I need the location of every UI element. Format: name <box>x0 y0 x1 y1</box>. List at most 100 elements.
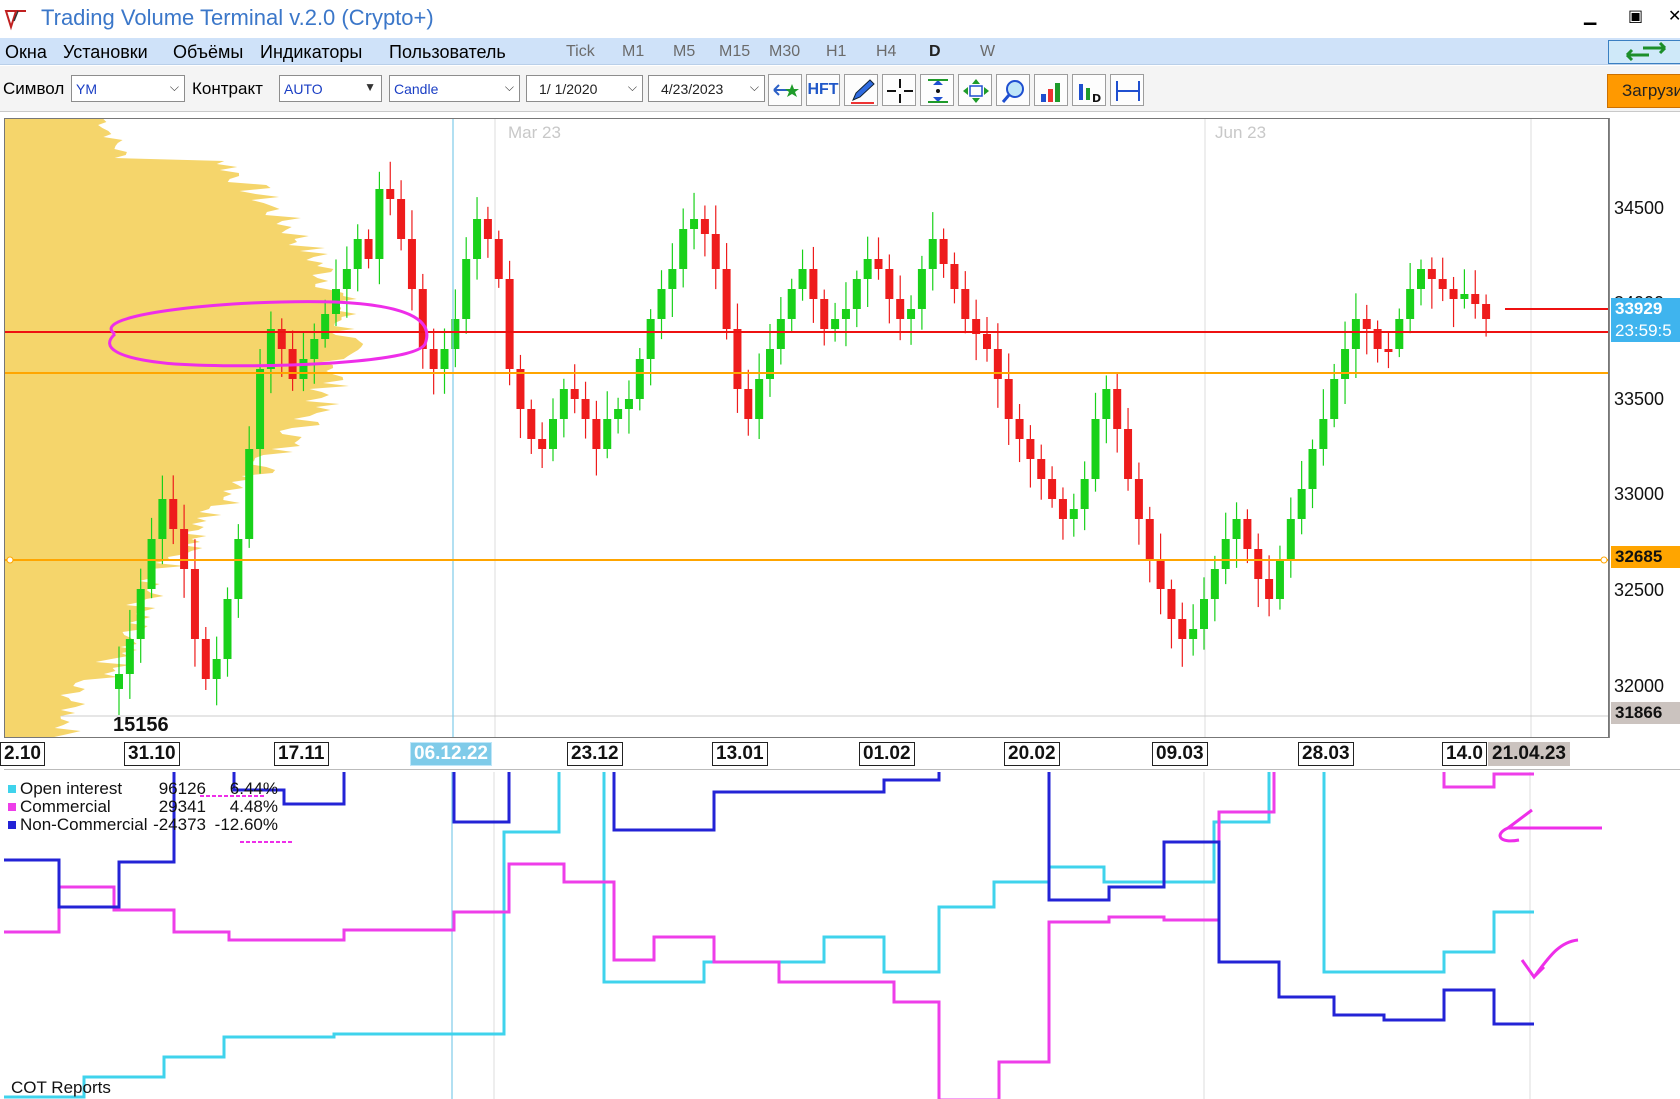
date-to-picker[interactable]: 4/23/2023 ⌵ <box>648 75 765 102</box>
candle-body <box>201 639 210 679</box>
date-label: 23.12 <box>567 742 623 766</box>
menu-settings[interactable]: Установки <box>63 42 148 63</box>
candle-body <box>907 309 916 319</box>
crosshair-button[interactable] <box>882 74 916 106</box>
cot-reports-panel[interactable]: Open interest 96126 6.44% Commercial 29341 4… <box>4 772 1680 1099</box>
refresh-button[interactable] <box>1608 40 1680 64</box>
menu-volumes[interactable]: Объёмы <box>173 42 243 63</box>
zoom-button[interactable] <box>996 74 1030 106</box>
candle-body <box>397 199 406 239</box>
candle-body <box>1254 549 1263 579</box>
vertical-fit-icon <box>928 79 948 103</box>
candle-body <box>657 289 666 319</box>
symbol-value: YM <box>76 81 97 97</box>
candle-body <box>245 449 254 539</box>
legend-name: Open interest <box>20 779 123 798</box>
chart-type-select[interactable]: Candle ⌵ <box>389 75 520 102</box>
menu-indicators[interactable]: Индикаторы <box>260 42 362 63</box>
pencil-icon <box>851 79 875 104</box>
symbol-select[interactable]: YM ⌵ <box>71 75 185 102</box>
candle-body <box>483 219 492 239</box>
price-axis[interactable]: 34500 34000 33500 33000 32500 32000 3392… <box>1609 118 1680 738</box>
close-icon[interactable]: ✕ <box>1668 6 1680 26</box>
timeframe-m1[interactable]: M1 <box>622 43 644 61</box>
contract-select[interactable]: AUTO ▼ <box>279 75 382 102</box>
level-handle <box>6 556 14 564</box>
date-label: 14.0 <box>1442 742 1487 766</box>
date-label-cursor: 06.12.22 <box>410 742 492 766</box>
legend-pct: -12.60% <box>214 815 278 834</box>
candle-body <box>1460 294 1469 299</box>
low-price-tag: 31866 <box>1611 702 1680 724</box>
candle-body <box>223 599 232 659</box>
candle-body <box>1232 519 1241 539</box>
hft-button[interactable]: HFT <box>806 74 840 106</box>
candle-body <box>1243 519 1252 549</box>
date-label: 17.11 <box>274 742 329 766</box>
timeframe-tick[interactable]: Tick <box>566 43 595 61</box>
candle-body <box>1102 389 1111 419</box>
candle-body <box>473 219 482 259</box>
date-from-picker[interactable]: 1/ 1/2020 ⌵ <box>526 75 643 102</box>
candle-body <box>1308 449 1317 489</box>
candle-body <box>527 409 536 439</box>
zoom-icon <box>1001 80 1024 103</box>
timeframe-m30[interactable]: M30 <box>769 43 800 61</box>
candle-body <box>538 439 547 449</box>
menu-user[interactable]: Пользователь <box>389 42 506 63</box>
legend-open-interest: Open interest 96126 6.44% <box>8 780 278 798</box>
candle-body <box>256 369 265 449</box>
load-button[interactable]: Загрузить <box>1607 74 1680 108</box>
legend-swatch <box>8 803 16 811</box>
range-button[interactable] <box>1110 74 1144 106</box>
candle-body <box>1015 419 1024 439</box>
timeframe-w[interactable]: W <box>980 43 995 61</box>
legend-non-commercial: Non-Commercial -24373 -12.60% <box>8 816 278 834</box>
menu-windows[interactable]: Окна <box>5 42 47 63</box>
candle-body <box>1210 569 1219 599</box>
candle-body <box>896 299 905 319</box>
candle-body <box>234 539 243 599</box>
month-label-mar: Mar 23 <box>508 123 561 142</box>
range-icon <box>1116 81 1140 101</box>
timeframe-d[interactable]: D <box>929 43 941 61</box>
histogram-icon <box>1041 83 1060 102</box>
candle-body <box>1275 559 1284 599</box>
date-to-value: 4/23/2023 <box>661 81 724 97</box>
candle-body <box>310 339 319 359</box>
minimize-icon[interactable]: ▁ <box>1584 6 1596 26</box>
chevron-down-icon: ⌵ <box>627 80 637 94</box>
candle-body <box>169 499 178 529</box>
timeframe-h1[interactable]: H1 <box>826 43 846 61</box>
candle-body <box>776 319 785 349</box>
volume-delta-icon: D <box>1079 84 1101 104</box>
timeframe-h4[interactable]: H4 <box>876 43 896 61</box>
arrows-star-button[interactable] <box>768 74 802 106</box>
date-axis[interactable]: 2.10 31.10 17.11 06.12.22 23.12 13.01 01… <box>0 738 1680 770</box>
candle-body <box>733 329 742 389</box>
candle-body <box>1113 389 1122 429</box>
maximize-icon[interactable]: ▣ <box>1628 6 1643 26</box>
vertical-fit-button[interactable] <box>920 74 954 106</box>
candle-body <box>852 279 861 309</box>
timeframe-m15[interactable]: M15 <box>719 43 750 61</box>
price-tick: 32500 <box>1614 580 1665 600</box>
histogram-button[interactable] <box>1034 74 1068 106</box>
candle-body <box>342 269 351 289</box>
candle-body <box>1178 619 1187 639</box>
chart-type-value: Candle <box>394 81 439 97</box>
center-button[interactable] <box>958 74 992 106</box>
date-label: 20.02 <box>1004 742 1060 766</box>
candle-body <box>299 359 308 379</box>
candle-body <box>711 234 720 269</box>
candle-body <box>993 349 1002 379</box>
candle-body <box>1482 304 1491 319</box>
timeframe-m5[interactable]: M5 <box>673 43 695 61</box>
month-label-jun: Jun 23 <box>1215 123 1267 142</box>
price-chart[interactable]: Mar 23 Jun 23 15156 <box>4 118 1609 738</box>
date-label: 28.03 <box>1298 742 1354 766</box>
pencil-button[interactable] <box>844 74 878 106</box>
candle-body <box>961 289 970 319</box>
volume-delta-button[interactable]: D <box>1072 74 1106 106</box>
candle-body <box>863 259 872 279</box>
